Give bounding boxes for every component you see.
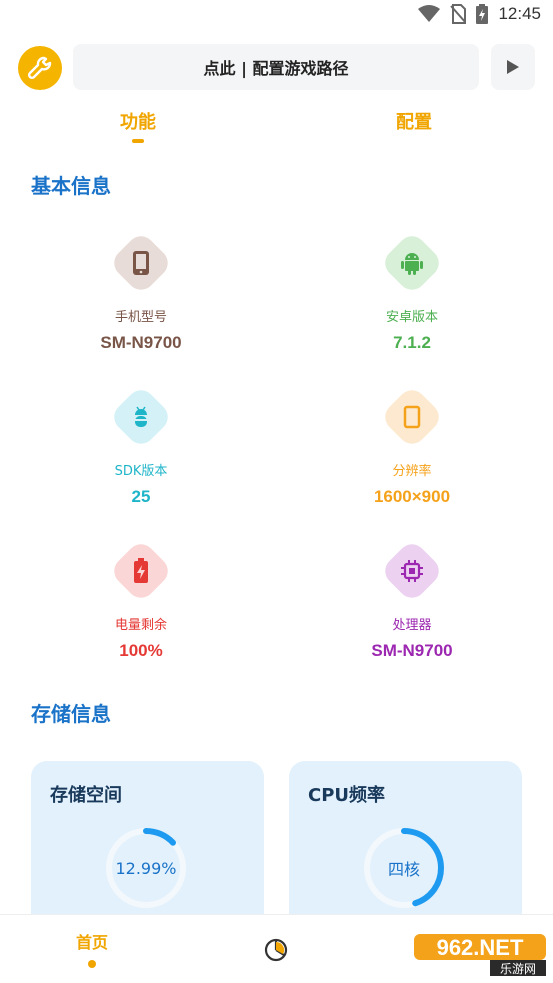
app-logo[interactable] bbox=[18, 46, 62, 90]
status-time: 12:45 bbox=[498, 4, 541, 23]
info-item-processor: 处理器 SM-N9700 bbox=[312, 538, 512, 661]
phone-icon bbox=[133, 251, 149, 275]
configure-game-path-label: 点此 | 配置游戏路径 bbox=[203, 59, 349, 78]
play-icon bbox=[507, 60, 519, 74]
nav-home[interactable]: 首页 bbox=[62, 929, 122, 953]
info-label: 处理器 bbox=[392, 618, 432, 633]
android-bug-icon bbox=[135, 406, 147, 427]
android-icon-wrap bbox=[379, 230, 445, 296]
basic-info-title: 基本信息 bbox=[31, 174, 111, 198]
screen-icon bbox=[403, 405, 421, 429]
info-value: 7.1.2 bbox=[393, 333, 431, 352]
tab-indicator bbox=[132, 139, 144, 143]
wifi-icon bbox=[418, 5, 441, 22]
svg-text:962.NET: 962.NET bbox=[437, 935, 524, 960]
no-sim-icon bbox=[450, 4, 467, 24]
storage-info-title: 存储信息 bbox=[31, 702, 111, 726]
android-icon bbox=[401, 253, 423, 275]
battery-charging-icon bbox=[476, 4, 489, 24]
info-item-battery: 电量剩余 100% bbox=[41, 538, 241, 661]
info-item-android-version: 安卓版本 7.1.2 bbox=[312, 230, 512, 353]
battery-icon bbox=[134, 558, 148, 583]
chip-icon bbox=[401, 560, 423, 582]
card-title: 存储空间 bbox=[50, 785, 122, 806]
top-bar: 点此 | 配置游戏路径 bbox=[0, 44, 553, 90]
cpu-gauge-text: 四核 bbox=[387, 860, 420, 879]
wrench-icon bbox=[27, 56, 52, 80]
info-label: 手机型号 bbox=[114, 310, 167, 325]
pie-chart-icon[interactable] bbox=[263, 937, 289, 963]
info-value: SM-N9700 bbox=[100, 333, 182, 352]
android-bug-icon-wrap bbox=[108, 384, 174, 450]
phone-icon-wrap bbox=[108, 230, 174, 296]
info-value: SM-N9700 bbox=[371, 641, 453, 660]
tab-config[interactable]: 配置 bbox=[364, 108, 464, 134]
play-button[interactable] bbox=[491, 44, 535, 90]
info-label: 电量剩余 bbox=[114, 618, 167, 633]
info-item-sdk-version: SDK版本 25 bbox=[41, 384, 241, 507]
info-value: 100% bbox=[119, 641, 163, 660]
tab-function[interactable]: 功能 bbox=[88, 108, 188, 134]
screen-icon-wrap bbox=[379, 384, 445, 450]
nav-active-dot bbox=[88, 960, 96, 968]
chip-icon-wrap bbox=[379, 538, 445, 604]
status-bar: 12:45 bbox=[0, 0, 553, 32]
info-value: 1600×900 bbox=[373, 487, 451, 506]
info-label: SDK版本 bbox=[114, 464, 168, 479]
card-title: CPU频率 bbox=[308, 785, 386, 806]
status-icons: 12:45 bbox=[418, 4, 541, 24]
info-label: 分辨率 bbox=[392, 464, 432, 479]
watermark-logo: 962.NET 乐游网 bbox=[414, 934, 546, 976]
tab-bar: 功能 配置 bbox=[0, 108, 553, 148]
info-label: 安卓版本 bbox=[385, 310, 438, 325]
configure-game-path-button[interactable]: 点此 | 配置游戏路径 bbox=[73, 44, 479, 90]
svg-text:乐游网: 乐游网 bbox=[500, 962, 536, 976]
storage-gauge-text: 12.99% bbox=[115, 858, 177, 878]
battery-icon-wrap bbox=[108, 538, 174, 604]
info-item-phone-model: 手机型号 SM-N9700 bbox=[41, 230, 241, 353]
info-item-resolution: 分辨率 1600×900 bbox=[312, 384, 512, 507]
info-value: 25 bbox=[131, 487, 151, 506]
